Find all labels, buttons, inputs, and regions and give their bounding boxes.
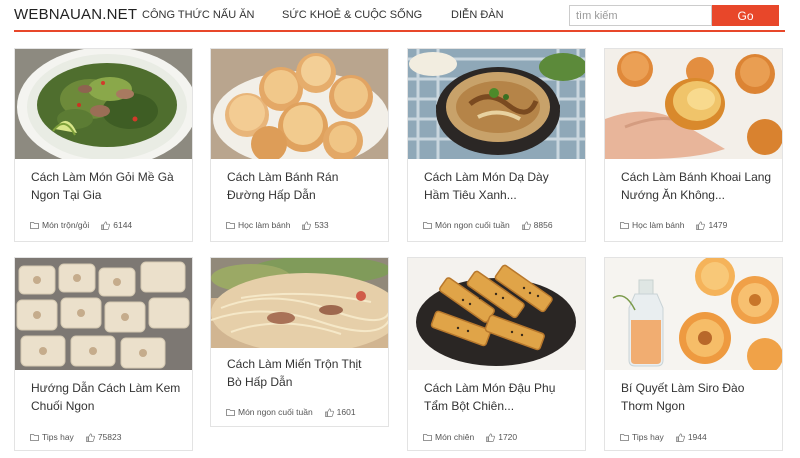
thumbs-up-icon — [85, 432, 95, 442]
folder-icon — [423, 434, 432, 441]
thumbs-up-icon — [101, 220, 111, 230]
folder-icon — [226, 222, 235, 229]
recipe-thumbnail[interactable] — [408, 258, 585, 370]
recipe-likes: 8856 — [533, 220, 553, 230]
recipe-category[interactable]: Học làm bánh — [238, 220, 290, 230]
thumbs-up-icon — [696, 220, 706, 230]
folder-icon — [620, 222, 629, 229]
recipe-title[interactable]: Cách Làm Món Đậu Phụ Tẩm Bột Chiên... — [424, 379, 575, 415]
recipe-category[interactable]: Tips hay — [42, 432, 74, 442]
recipe-title[interactable]: Cách Làm Món Dạ Dày Hầm Tiêu Xanh... — [424, 168, 575, 204]
folder-icon — [226, 409, 235, 416]
site-header: WEBNAUAN.NET CÔNG THỨC NẤU ĂN SỨC KHOẺ &… — [0, 0, 800, 32]
folder-icon — [30, 434, 39, 441]
header-divider — [14, 30, 785, 32]
folder-icon — [620, 434, 629, 441]
nav-item-health-life[interactable]: SỨC KHOẺ & CUỘC SỐNG — [282, 9, 422, 21]
recipe-title[interactable]: Hướng Dẫn Cách Làm Kem Chuối Ngon — [31, 379, 182, 415]
thumbs-up-icon — [324, 407, 334, 417]
recipe-card[interactable]: Hướng Dẫn Cách Làm Kem Chuối Ngon Tips h… — [14, 257, 193, 451]
recipe-meta: Học làm bánh 533 — [226, 220, 380, 230]
site-logo[interactable]: WEBNAUAN.NET — [14, 6, 137, 23]
recipe-title[interactable]: Cách Làm Món Gỏi Mề Gà Ngon Tại Gia — [31, 168, 182, 204]
recipe-meta: Tips hay 75823 — [30, 432, 184, 442]
thumbs-up-icon — [486, 432, 496, 442]
recipe-thumbnail[interactable] — [15, 49, 192, 159]
thumbs-up-icon — [302, 220, 312, 230]
recipe-title[interactable]: Cách Làm Bánh Khoai Lang Nướng Ăn Không.… — [621, 168, 772, 204]
recipe-title[interactable]: Cách Làm Miến Trộn Thịt Bò Hấp Dẫn — [227, 355, 378, 391]
recipe-thumbnail[interactable] — [605, 258, 782, 370]
recipe-meta: Món ngon cuối tuần 1601 — [226, 407, 380, 417]
recipe-category[interactable]: Món trộn/gỏi — [42, 220, 89, 230]
recipe-likes: 533 — [314, 220, 329, 230]
recipe-card[interactable]: Cách Làm Bánh Khoai Lang Nướng Ăn Không.… — [604, 48, 783, 242]
recipe-likes: 1944 — [687, 432, 707, 442]
recipe-meta: Học làm bánh 1479 — [620, 220, 774, 230]
recipe-category[interactable]: Món ngon cuối tuần — [238, 407, 313, 417]
recipe-thumbnail[interactable] — [15, 258, 192, 370]
recipe-card[interactable]: Cách Làm Món Gỏi Mề Gà Ngon Tại Gia Món … — [14, 48, 193, 242]
thumbs-up-icon — [521, 220, 531, 230]
recipe-likes: 1601 — [336, 407, 356, 417]
recipe-card[interactable]: Bí Quyết Làm Siro Đào Thơm Ngon Tips hay… — [604, 257, 783, 451]
recipe-meta: Món ngon cuối tuần 8856 — [423, 220, 577, 230]
recipe-likes: 6144 — [113, 220, 133, 230]
recipe-title[interactable]: Bí Quyết Làm Siro Đào Thơm Ngon — [621, 379, 772, 415]
recipe-category[interactable]: Món ngon cuối tuần — [435, 220, 510, 230]
recipe-meta: Món trộn/gỏi 6144 — [30, 220, 184, 230]
folder-icon — [423, 222, 432, 229]
nav-item-forum[interactable]: DIỄN ĐÀN — [451, 9, 504, 21]
recipe-likes: 1479 — [708, 220, 728, 230]
recipe-category[interactable]: Tips hay — [632, 432, 664, 442]
recipe-title[interactable]: Cách Làm Bánh Rán Đường Hấp Dẫn — [227, 168, 378, 204]
recipe-thumbnail[interactable] — [408, 49, 585, 159]
recipe-card[interactable]: Cách Làm Món Dạ Dày Hầm Tiêu Xanh... Món… — [407, 48, 586, 242]
recipe-meta: Món chiên 1720 — [423, 432, 577, 442]
recipe-thumbnail[interactable] — [211, 258, 388, 348]
recipe-thumbnail[interactable] — [211, 49, 388, 159]
recipe-likes: 75823 — [97, 432, 122, 442]
thumbs-up-icon — [675, 432, 685, 442]
recipe-likes: 1720 — [498, 432, 518, 442]
recipe-card[interactable]: Cách Làm Món Đậu Phụ Tẩm Bột Chiên... Mó… — [407, 257, 586, 451]
recipe-meta: Tips hay 1944 — [620, 432, 774, 442]
search-input[interactable] — [569, 5, 712, 26]
recipe-card[interactable]: Cách Làm Bánh Rán Đường Hấp Dẫn Học làm … — [210, 48, 389, 242]
nav-item-recipes[interactable]: CÔNG THỨC NẤU ĂN — [142, 9, 254, 21]
recipe-category[interactable]: Món chiên — [435, 432, 474, 442]
recipe-thumbnail[interactable] — [605, 49, 782, 159]
recipe-card[interactable]: Cách Làm Miến Trộn Thịt Bò Hấp Dẫn Món n… — [210, 257, 389, 427]
recipe-category[interactable]: Học làm bánh — [632, 220, 684, 230]
search-button[interactable]: Go — [712, 5, 779, 26]
folder-icon — [30, 222, 39, 229]
